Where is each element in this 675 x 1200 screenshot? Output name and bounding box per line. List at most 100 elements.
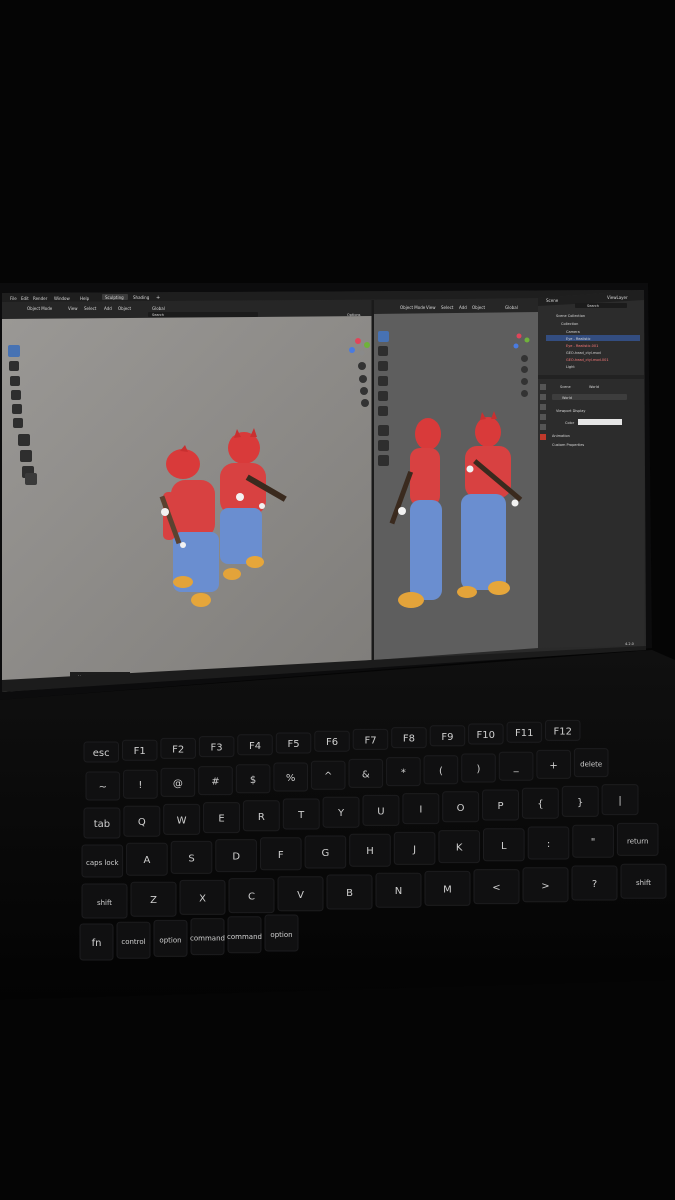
key-label: ^ bbox=[324, 771, 332, 782]
key-label: { bbox=[537, 799, 543, 810]
right-tool-move[interactable] bbox=[378, 361, 388, 371]
key-label: M bbox=[443, 884, 452, 895]
key-label: H bbox=[366, 846, 374, 857]
key-label: > bbox=[541, 881, 549, 892]
tool-cursor[interactable] bbox=[9, 361, 19, 371]
right-tool-transform[interactable] bbox=[378, 406, 388, 416]
tool-select-box[interactable] bbox=[8, 345, 20, 357]
right-menu-view[interactable]: View bbox=[426, 305, 436, 310]
right-menu-select[interactable]: Select bbox=[441, 305, 454, 310]
key-label: V bbox=[297, 890, 304, 901]
left-menu-select[interactable]: Select bbox=[84, 306, 97, 311]
key-label: control bbox=[121, 938, 145, 946]
world-name: World bbox=[562, 396, 572, 400]
key-label: W bbox=[177, 815, 187, 826]
key-label: @ bbox=[173, 778, 183, 789]
key-label: A bbox=[143, 855, 150, 866]
key-label: P bbox=[497, 801, 503, 812]
key-label: $ bbox=[250, 775, 256, 786]
outliner-root[interactable]: Scene Collection bbox=[556, 314, 585, 318]
key-label: C bbox=[248, 892, 255, 903]
color-label: Color bbox=[565, 421, 575, 425]
menu-help[interactable]: Help bbox=[80, 296, 90, 301]
left-search-placeholder: Search bbox=[152, 313, 164, 317]
outliner-item-collection[interactable]: Collection bbox=[561, 322, 578, 326]
right-orientation[interactable]: Global bbox=[505, 305, 518, 310]
right-menu-add[interactable]: Add bbox=[459, 305, 467, 310]
right-viewport[interactable] bbox=[374, 312, 538, 660]
key-label: G bbox=[322, 848, 330, 859]
tab-shading[interactable]: Shading bbox=[133, 295, 150, 300]
laptop-screen: File Edit Render Window Help Sculpting S… bbox=[2, 290, 646, 692]
right-tool-add[interactable] bbox=[378, 455, 389, 466]
key-label: % bbox=[286, 773, 296, 784]
key-label: I bbox=[419, 805, 422, 816]
key-label: shift bbox=[636, 879, 651, 887]
key-label: tab bbox=[94, 819, 110, 830]
tool-transform[interactable] bbox=[13, 418, 23, 428]
tool-scale[interactable] bbox=[12, 404, 22, 414]
left-menu-view[interactable]: View bbox=[68, 306, 78, 311]
outliner-item-head-001[interactable]: GEO-head_ctyl.mod.001 bbox=[566, 358, 609, 362]
outliner-item-head[interactable]: GEO-head_ctyl.mod bbox=[566, 351, 601, 355]
menu-edit[interactable]: Edit bbox=[21, 296, 29, 301]
key-label: B bbox=[346, 888, 353, 899]
key-label: R bbox=[258, 812, 265, 823]
key-label: F6 bbox=[326, 737, 338, 748]
tool-rotate[interactable] bbox=[11, 390, 21, 400]
scene-selector[interactable]: Scene bbox=[546, 298, 559, 303]
key-label: return bbox=[627, 837, 648, 845]
key-label: F7 bbox=[364, 735, 376, 746]
key-label: _ bbox=[513, 762, 520, 773]
tool-extra[interactable] bbox=[25, 473, 37, 485]
key-label: " bbox=[591, 837, 596, 848]
menu-window[interactable]: Window bbox=[54, 296, 71, 301]
left-orientation[interactable]: Global bbox=[152, 306, 165, 311]
key-label: Q bbox=[138, 817, 146, 828]
menu-file[interactable]: File bbox=[10, 296, 17, 301]
key-label: | bbox=[618, 796, 621, 807]
outliner-item-eye[interactable]: Eye - Realistic bbox=[566, 337, 591, 341]
key-label: F bbox=[278, 850, 284, 861]
key-label: S bbox=[188, 853, 194, 864]
right-tool-select[interactable] bbox=[378, 331, 389, 342]
right-tool-rotate[interactable] bbox=[378, 376, 388, 386]
outliner-item-light[interactable]: Light bbox=[566, 365, 575, 369]
tool-annotate[interactable] bbox=[18, 434, 30, 446]
key-label: F4 bbox=[249, 741, 261, 752]
outliner-search-input[interactable] bbox=[575, 303, 627, 308]
key-label: caps lock bbox=[86, 859, 120, 867]
key-label: ~ bbox=[99, 782, 107, 793]
left-search-input[interactable] bbox=[148, 312, 258, 317]
left-mode-select[interactable]: Object Mode bbox=[27, 306, 53, 311]
panel-custom-properties[interactable]: Custom Properties bbox=[552, 443, 584, 447]
tool-move[interactable] bbox=[10, 376, 20, 386]
panel-animation[interactable]: Animation bbox=[552, 434, 570, 438]
key-label: K bbox=[456, 843, 463, 854]
right-toolbar bbox=[378, 331, 389, 466]
menu-render[interactable]: Render bbox=[33, 296, 48, 301]
right-tool-cursor[interactable] bbox=[378, 346, 388, 356]
left-menu-object[interactable]: Object bbox=[118, 306, 131, 311]
tool-measure[interactable] bbox=[20, 450, 32, 462]
tab-sculpting[interactable]: Sculpting bbox=[105, 295, 124, 300]
right-tool-scale[interactable] bbox=[378, 391, 388, 401]
key-label: F12 bbox=[554, 726, 572, 737]
key-label: fn bbox=[92, 938, 102, 949]
panel-viewport-display[interactable]: Viewport Display bbox=[556, 409, 586, 413]
left-menu-add[interactable]: Add bbox=[104, 306, 112, 311]
add-workspace-icon[interactable]: + bbox=[156, 295, 160, 301]
key-label: # bbox=[211, 777, 219, 788]
color-swatch[interactable] bbox=[578, 419, 622, 425]
key-label: D bbox=[232, 852, 240, 863]
right-tool-measure[interactable] bbox=[378, 440, 389, 451]
view-layer-selector[interactable]: ViewLayer bbox=[607, 295, 628, 300]
right-mode-select[interactable]: Object Mode bbox=[400, 305, 426, 310]
outliner-item-eye-001[interactable]: Eye - Realistic.001 bbox=[566, 344, 598, 348]
key-label: F5 bbox=[287, 739, 299, 750]
outliner-item-camera[interactable]: Camera bbox=[566, 330, 580, 334]
right-tool-annotate[interactable] bbox=[378, 425, 389, 436]
right-menu-object[interactable]: Object bbox=[472, 305, 485, 310]
outliner-row-selected bbox=[546, 335, 640, 341]
key-label: Z bbox=[150, 895, 157, 906]
